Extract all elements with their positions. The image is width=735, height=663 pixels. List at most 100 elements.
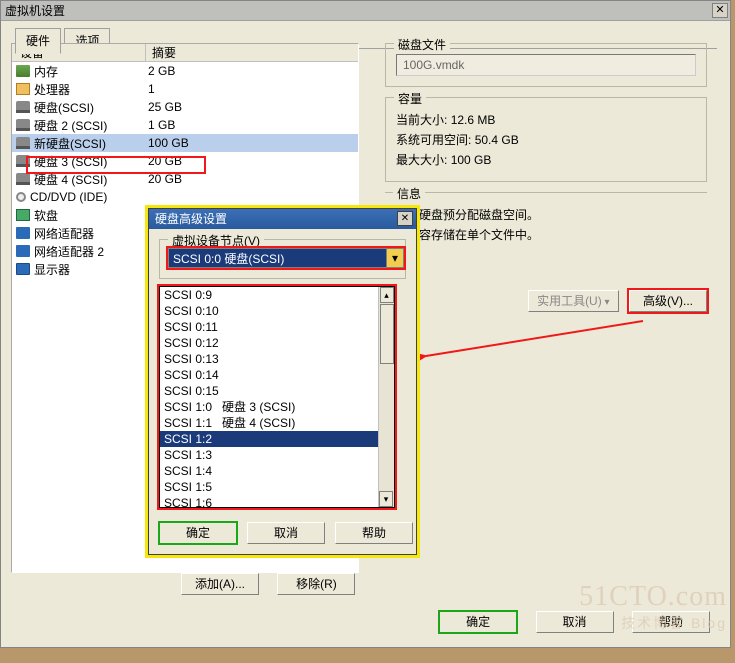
virtual-node-combo[interactable]: SCSI 0:0 硬盘(SCSI) ▾	[168, 248, 404, 268]
list-item[interactable]: SCSI 0:13	[160, 351, 394, 367]
device-icon	[16, 245, 30, 257]
diskfile-fieldset: 磁盘文件 100G.vmdk	[385, 43, 707, 87]
device-icon	[16, 155, 30, 167]
device-name: 新硬盘(SCSI)	[34, 135, 106, 152]
info-line2: 盘内容存储在单个文件中。	[395, 226, 697, 243]
dialog-buttons: 确定 取消 帮助	[439, 611, 710, 633]
device-row[interactable]: 内存 2 GB	[12, 62, 358, 80]
tab-hardware[interactable]: 硬件	[15, 28, 61, 54]
device-name: 显示器	[34, 261, 70, 278]
capacity-fieldset: 容量 当前大小: 12.6 MB 系统可用空间: 50.4 GB 最大大小: 1…	[385, 97, 707, 182]
list-item[interactable]: SCSI 0:10	[160, 303, 394, 319]
device-summary: 1	[146, 82, 358, 96]
list-item[interactable]: SCSI 1:1 硬盘 4 (SCSI)	[160, 415, 394, 431]
device-icon	[16, 65, 30, 77]
device-summary: 20 GB	[146, 154, 358, 168]
device-name: 硬盘(SCSI)	[34, 99, 94, 116]
device-name: 网络适配器 2	[34, 243, 104, 260]
virtual-node-fieldset: 虚拟设备节点(V) SCSI 0:0 硬盘(SCSI) ▾	[159, 239, 406, 279]
combo-value: SCSI 0:0 硬盘(SCSI)	[173, 250, 284, 267]
device-icon	[16, 173, 30, 185]
device-icon	[16, 119, 30, 131]
device-row[interactable]: 硬盘 2 (SCSI) 1 GB	[12, 116, 358, 134]
device-summary: 2 GB	[146, 64, 358, 78]
list-item[interactable]: SCSI 1:4	[160, 463, 394, 479]
device-row[interactable]: 硬盘 3 (SCSI) 20 GB	[12, 152, 358, 170]
list-item[interactable]: SCSI 1:5	[160, 479, 394, 495]
device-name: 硬盘 4 (SCSI)	[34, 171, 107, 188]
device-list-header: 设备 摘要	[12, 44, 358, 62]
sub-cancel-button[interactable]: 取消	[247, 522, 325, 544]
device-icon	[16, 192, 26, 202]
device-icon	[16, 101, 30, 113]
list-item[interactable]: SCSI 0:12	[160, 335, 394, 351]
cap-cur-val: 12.6 MB	[451, 113, 496, 127]
info-legend: 信息	[393, 185, 425, 202]
scroll-down-icon[interactable]: ▾	[379, 491, 393, 507]
ok-button[interactable]: 确定	[439, 611, 517, 633]
device-summary: 100 GB	[146, 136, 358, 150]
device-name: 软盘	[34, 207, 58, 224]
cap-max-val: 100 GB	[451, 153, 492, 167]
dialog-title: 虚拟机设置	[5, 4, 65, 18]
device-icon	[16, 137, 30, 149]
scroll-thumb[interactable]	[380, 304, 394, 364]
device-icon	[16, 263, 30, 275]
right-panel: 磁盘文件 100G.vmdk 容量 当前大小: 12.6 MB 系统可用空间: …	[385, 43, 707, 312]
info-fieldset: 信息 到此硬盘预分配磁盘空间。 盘内容存储在单个文件中。	[385, 192, 707, 256]
cancel-button[interactable]: 取消	[536, 611, 614, 633]
device-summary: 1 GB	[146, 118, 358, 132]
advanced-settings-dialog: 硬盘高级设置 虚拟设备节点(V) SCSI 0:0 硬盘(SCSI) ▾ SCS…	[148, 208, 417, 555]
list-item[interactable]: SCSI 0:11	[160, 319, 394, 335]
cap-free-label: 系统可用空间:	[396, 133, 471, 147]
list-item[interactable]: SCSI 1:0 硬盘 3 (SCSI)	[160, 399, 394, 415]
help-button[interactable]: 帮助	[632, 611, 710, 633]
dialog-titlebar[interactable]: 虚拟机设置	[1, 1, 730, 21]
device-name: 硬盘 3 (SCSI)	[34, 153, 107, 170]
cap-max-label: 最大大小:	[396, 153, 447, 167]
device-icon	[16, 227, 30, 239]
device-name: 硬盘 2 (SCSI)	[34, 117, 107, 134]
sub-close-icon[interactable]	[397, 211, 413, 226]
diskfile-value[interactable]: 100G.vmdk	[396, 54, 696, 76]
chevron-down-icon[interactable]: ▾	[386, 249, 403, 267]
device-summary: 20 GB	[146, 172, 358, 186]
device-summary: 25 GB	[146, 100, 358, 114]
device-buttons: 添加(A)... 移除(R)	[181, 573, 355, 595]
sub-help-button[interactable]: 帮助	[335, 522, 413, 544]
list-item[interactable]: SCSI 0:9	[160, 287, 394, 303]
hdr-summary: 摘要	[146, 44, 358, 61]
utilities-button[interactable]: 实用工具(U)	[528, 290, 618, 312]
device-row[interactable]: 处理器1	[12, 80, 358, 98]
sub-dialog-titlebar[interactable]: 硬盘高级设置	[149, 209, 416, 229]
list-item[interactable]: SCSI 1:6	[160, 495, 394, 508]
virtual-node-legend: 虚拟设备节点(V)	[168, 232, 264, 249]
virtual-node-listbox[interactable]: SCSI 0:9SCSI 0:10SCSI 0:11SCSI 0:12SCSI …	[159, 286, 395, 508]
remove-button[interactable]: 移除(R)	[277, 573, 355, 595]
list-item[interactable]: SCSI 0:14	[160, 367, 394, 383]
list-item[interactable]: SCSI 0:15	[160, 383, 394, 399]
sub-ok-button[interactable]: 确定	[159, 522, 237, 544]
device-name: CD/DVD (IDE)	[30, 190, 107, 204]
close-icon[interactable]	[712, 3, 728, 18]
device-row[interactable]: 新硬盘(SCSI) 100 GB	[12, 134, 358, 152]
scroll-up-icon[interactable]: ▴	[380, 287, 394, 303]
capacity-legend: 容量	[394, 90, 426, 107]
sub-dialog-title: 硬盘高级设置	[155, 212, 227, 226]
add-button[interactable]: 添加(A)...	[181, 573, 259, 595]
listbox-scrollbar[interactable]: ▴ ▾	[378, 287, 394, 507]
cap-cur-label: 当前大小:	[396, 113, 447, 127]
cap-free-val: 50.4 GB	[475, 133, 519, 147]
device-row[interactable]: 硬盘(SCSI) 25 GB	[12, 98, 358, 116]
device-row[interactable]: 硬盘 4 (SCSI) 20 GB	[12, 170, 358, 188]
device-icon	[16, 83, 30, 95]
advanced-button[interactable]: 高级(V)...	[629, 290, 707, 312]
diskfile-legend: 磁盘文件	[394, 36, 450, 53]
info-line1: 到此硬盘预分配磁盘空间。	[395, 206, 697, 223]
device-name: 内存	[34, 63, 58, 80]
list-item[interactable]: SCSI 1:3	[160, 447, 394, 463]
sub-dialog-buttons: 确定 取消 帮助	[159, 522, 413, 544]
list-item[interactable]: SCSI 1:2	[160, 431, 394, 447]
device-row[interactable]: CD/DVD (IDE)	[12, 188, 358, 206]
device-icon	[16, 209, 30, 221]
